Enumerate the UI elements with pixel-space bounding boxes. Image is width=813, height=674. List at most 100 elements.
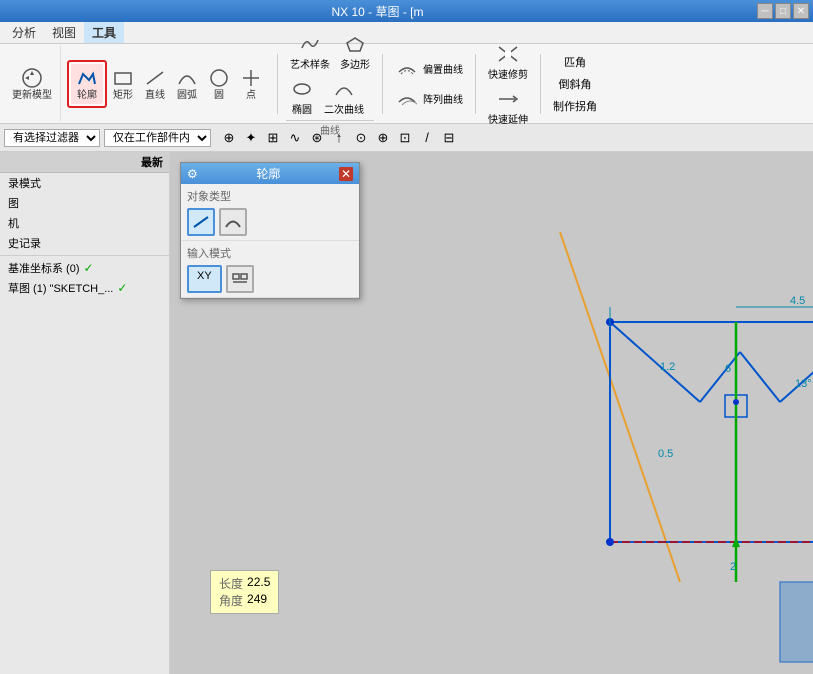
dialog-title-bar[interactable]: ⚙ 轮廓 ✕ [181,163,359,184]
tree-item-history[interactable]: 史记录 [0,233,169,253]
dialog-object-type-section: 对象类型 [181,184,359,241]
maximize-button[interactable]: □ [775,3,791,19]
workpart-filter-dropdown[interactable]: 仅在工作部件内 [104,129,211,147]
menu-view[interactable]: 视图 [44,22,84,43]
quick-trim-button[interactable]: 快速修剪 [484,40,532,83]
dialog-param-button[interactable] [226,265,254,293]
ellipse-button[interactable]: 椭圆 [286,75,318,118]
rectangle-icon [111,66,135,90]
quick-extend-button[interactable]: 快速延伸 [484,85,532,128]
toolbar-section-update: 更新模型 [4,46,61,121]
profile-button[interactable]: 轮廓 [71,64,103,104]
dialog-arc-button[interactable] [219,208,247,236]
tree-item-diagram[interactable]: 图 [0,193,169,213]
close-button[interactable]: ✕ [793,3,809,19]
arc-button[interactable]: 圆弧 [171,64,203,104]
tree-item-check-5: ✓ [117,281,127,295]
dialog-input-mode-label: 输入模式 [187,245,353,261]
tree-separator [0,255,169,256]
corner-label: 匹角 [564,54,586,70]
svg-text:1.2: 1.2 [660,361,675,373]
circle-icon [207,66,231,90]
tree-item-label-2: 机 [8,215,19,231]
offset-curve-button[interactable]: 偏置曲线 [391,55,467,83]
info-box: 长度 22.5 角度 249 [210,570,279,614]
toolbar-icon-10[interactable]: / [417,128,437,148]
curve-group-title: 曲线 [286,120,374,137]
offset-curve-icon [395,57,419,81]
info-angle-label: 角度 [219,592,243,609]
quick-extend-label: 快速延伸 [488,111,528,126]
left-panel: 最新 录模式 图 机 史记录 基准坐标系 (0) ✓ 草图 (1) "SKETC… [0,152,170,674]
conic-icon [332,77,356,101]
quick-trim-icon [496,42,520,66]
svg-text:4.5: 4.5 [790,295,805,307]
rectangle-button[interactable]: 矩形 [107,64,139,104]
tree-item-datum[interactable]: 基准坐标系 (0) ✓ [0,258,169,278]
tree-item-recordmode[interactable]: 录模式 [0,173,169,193]
update-model-button[interactable]: 更新模型 [8,64,56,104]
info-angle-row: 角度 249 [219,592,270,609]
circle-label: 圆 [214,90,224,102]
arc-label: 圆弧 [177,90,197,102]
dialog-input-mode-section: 输入模式 XY [181,241,359,298]
title-bar: NX 10 - 草图 - [m ─ □ ✕ [0,0,813,22]
make-curve-button[interactable]: 制作拐角 [549,96,601,116]
menu-analyze[interactable]: 分析 [4,22,44,43]
minimize-button[interactable]: ─ [757,3,773,19]
toolbar-icon-9[interactable]: ⊡ [395,128,415,148]
art-spline-button[interactable]: 艺术样条 [286,30,334,73]
toolbar-icon-3[interactable]: ⊞ [263,128,283,148]
circle-button[interactable]: 圆 [203,64,235,104]
toolbar-icon-2[interactable]: ✦ [241,128,261,148]
profile-dialog: ⚙ 轮廓 ✕ 对象类型 [180,162,360,299]
dialog-xy-button[interactable]: XY [187,265,222,293]
dialog-line-button[interactable] [187,208,215,236]
highlighted-tool-group: 轮廓 [67,60,107,108]
info-length-value: 22.5 [247,575,270,592]
polygon-button[interactable]: 多边形 [336,30,374,73]
corner-button[interactable]: 匹角 [549,52,601,72]
dialog-object-type-buttons [187,208,353,236]
panel-header: 最新 [0,152,169,173]
info-angle-value: 249 [247,592,267,609]
toolbar-icon-1[interactable]: ⊕ [219,128,239,148]
array-curve-icon [395,87,419,111]
tree-item-label-0: 录模式 [8,175,41,191]
conic-button[interactable]: 二次曲线 [320,75,368,118]
tree-item-sketch[interactable]: 草图 (1) "SKETCH_... ✓ [0,278,169,298]
svg-text:6: 6 [725,363,731,375]
menu-bar: 分析 视图 工具 [0,22,813,44]
dialog-input-mode-buttons: XY [187,265,353,293]
array-curve-button[interactable]: 阵列曲线 [391,85,467,113]
canvas-area[interactable]: 4.5 1.2 6 13° 0.5 2 15 12.5 [170,152,813,674]
toolbar-icon-8[interactable]: ⊕ [373,128,393,148]
chamfer-button[interactable]: 倒斜角 [549,74,601,94]
selection-filter-dropdown[interactable]: 有选择过滤器 [4,129,100,147]
rectangle-label: 矩形 [113,90,133,102]
point-label: 点 [246,90,256,102]
tree-item-check-4: ✓ [84,261,94,275]
tree-item-label-5: 草图 (1) "SKETCH_... [8,280,113,296]
polygon-label: 多边形 [340,56,370,71]
dialog-close-button[interactable]: ✕ [339,167,353,181]
dialog-title-label: 轮廓 [256,165,280,182]
art-spline-icon [298,32,322,56]
update-model-label: 更新模型 [12,90,52,102]
ellipse-label: 椭圆 [292,101,312,116]
menu-tools[interactable]: 工具 [84,22,124,43]
dialog-object-type-label: 对象类型 [187,188,353,204]
tree-item-machine[interactable]: 机 [0,213,169,233]
toolbar-icon-11[interactable]: ⊟ [439,128,459,148]
line-button[interactable]: 直线 [139,64,171,104]
window-title: NX 10 - 草图 - [m [0,3,755,20]
tree-item-label-4: 基准坐标系 (0) [8,260,80,276]
quick-extend-icon [496,87,520,111]
toolbar: 更新模型 轮廓 矩形 [0,44,813,124]
svg-text:13°: 13° [795,378,812,390]
info-length-label: 长度 [219,575,243,592]
profile-icon [75,66,99,90]
point-button[interactable]: 点 [235,64,267,104]
svg-text:0.5: 0.5 [658,448,673,460]
art-spline-label: 艺术样条 [290,56,330,71]
